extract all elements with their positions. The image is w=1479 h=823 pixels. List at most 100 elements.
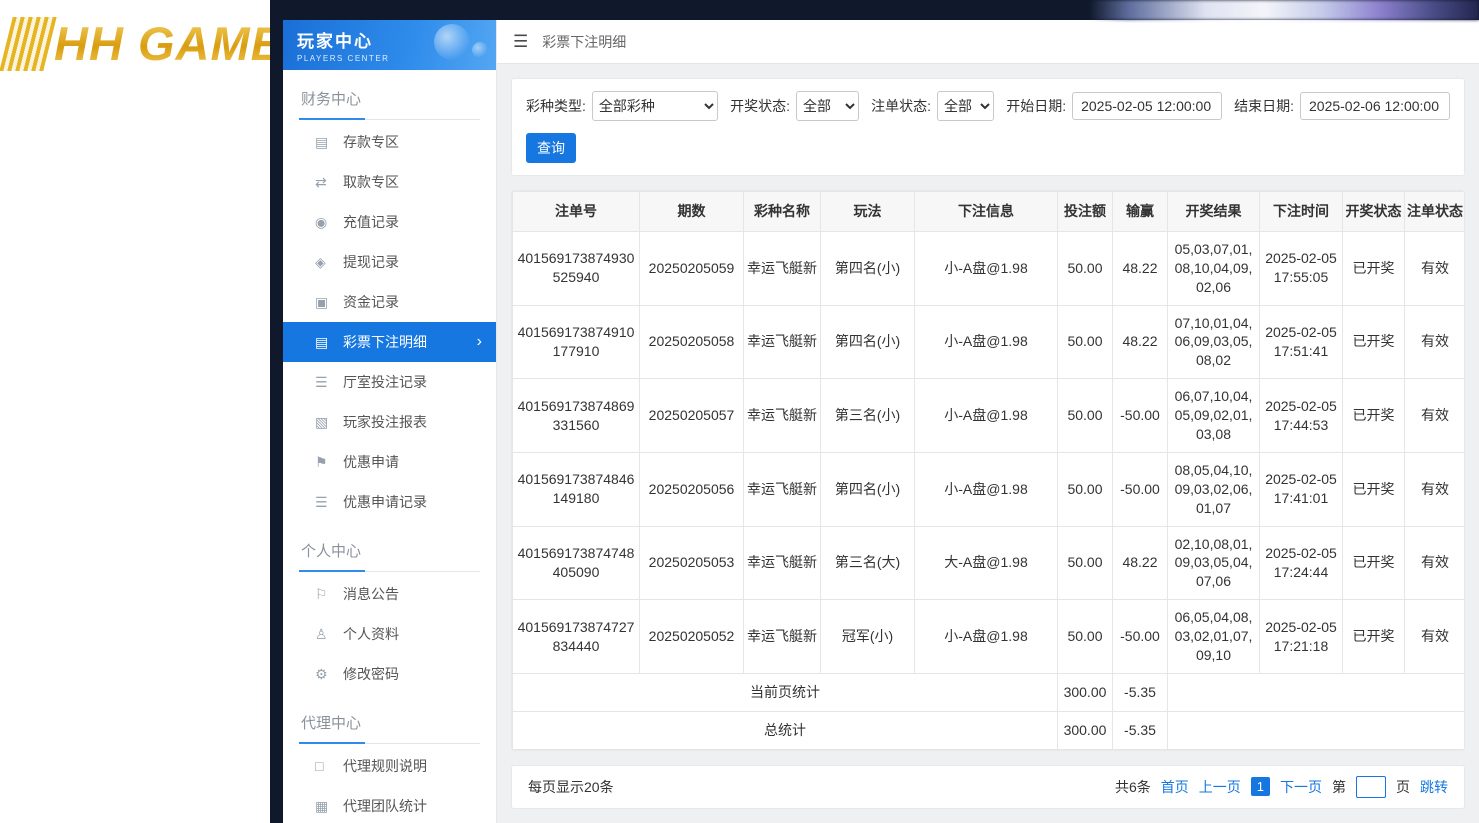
decorative-ball-icon xyxy=(434,24,470,60)
withdraw-icon: ⇄ xyxy=(315,174,343,191)
column-header: 投注额 xyxy=(1058,192,1113,232)
table-cell: 冠军(小) xyxy=(821,600,915,674)
logo-text: HH GAME xyxy=(54,16,283,71)
current-page-button[interactable]: 1 xyxy=(1251,777,1270,796)
sidebar-item[interactable]: ⚐消息公告 xyxy=(283,574,496,614)
sidebar-item[interactable]: ◈提现记录 xyxy=(283,242,496,282)
sidebar-item-label: 代理规则说明 xyxy=(343,756,427,776)
sidebar-item[interactable]: ⚙修改密码 xyxy=(283,654,496,694)
summary-cell: 总统计 xyxy=(513,711,1058,749)
table-row: 40156917387472783444020250205052幸运飞艇新冠军(… xyxy=(513,600,1466,674)
table-cell: 50.00 xyxy=(1058,600,1113,674)
table-cell: 401569173874846149180 xyxy=(513,452,640,526)
table-cell: 已开奖 xyxy=(1343,231,1405,305)
prev-page-link[interactable]: 上一页 xyxy=(1199,777,1241,797)
promo-records-icon: ☰ xyxy=(315,494,343,511)
summary-cell: -5.35 xyxy=(1113,711,1168,749)
table-cell: 第三名(大) xyxy=(821,526,915,600)
sidebar-item-label: 充值记录 xyxy=(343,212,399,232)
column-header: 下注信息 xyxy=(915,192,1058,232)
sidebar-item-label: 资金记录 xyxy=(343,292,399,312)
summary-cell: 300.00 xyxy=(1058,711,1113,749)
lottery-type-label: 彩种类型: xyxy=(526,96,586,116)
summary-cell: 当前页统计 xyxy=(513,673,1058,711)
table-cell: 48.22 xyxy=(1113,526,1168,600)
table-cell: 401569173874727834440 xyxy=(513,600,640,674)
pagination-bar: 每页显示20条 共6条 首页 上一页 1 下一页 第 页 跳转 xyxy=(511,765,1465,809)
sidebar-item-label: 玩家投注报表 xyxy=(343,412,427,432)
sidebar-item-label: 厅室投注记录 xyxy=(343,372,427,392)
table-row: 40156917387491017791020250205058幸运飞艇新第四名… xyxy=(513,305,1466,379)
table-cell: 有效 xyxy=(1405,526,1466,600)
next-page-link[interactable]: 下一页 xyxy=(1280,777,1322,797)
table-cell: 幸运飞艇新 xyxy=(744,526,821,600)
page-title: 彩票下注明细 xyxy=(542,32,626,52)
start-date-label: 开始日期: xyxy=(1006,96,1066,116)
sidebar-item[interactable]: ♙个人资料 xyxy=(283,614,496,654)
column-header: 期数 xyxy=(640,192,744,232)
sidebar-item[interactable]: ▣资金记录 xyxy=(283,282,496,322)
jump-button[interactable]: 跳转 xyxy=(1420,777,1448,797)
topbar: ☰ 彩票下注明细 xyxy=(497,20,1479,64)
column-header: 注单号 xyxy=(513,192,640,232)
sidebar-section-title: 财务中心 xyxy=(299,82,480,120)
menu-toggle-icon[interactable]: ☰ xyxy=(513,32,528,52)
first-page-link[interactable]: 首页 xyxy=(1161,777,1189,797)
table-cell: 大-A盘@1.98 xyxy=(915,526,1058,600)
sidebar-section-title: 代理中心 xyxy=(299,706,480,744)
sidebar-item[interactable]: ◉充值记录 xyxy=(283,202,496,242)
table-cell: 02,10,08,01,09,03,05,04,07,06 xyxy=(1168,526,1260,600)
table-cell: 有效 xyxy=(1405,600,1466,674)
end-date-input[interactable] xyxy=(1300,92,1450,120)
sidebar-item[interactable]: ☰厅室投注记录 xyxy=(283,362,496,402)
table-cell: 401569173874869331560 xyxy=(513,379,640,453)
table-cell: 第四名(小) xyxy=(821,452,915,526)
sidebar-item-label: 修改密码 xyxy=(343,664,399,684)
sidebar-item[interactable]: □代理规则说明 xyxy=(283,746,496,786)
table-cell: 20250205053 xyxy=(640,526,744,600)
table-row: 40156917387474840509020250205053幸运飞艇新第三名… xyxy=(513,526,1466,600)
sidebar-item[interactable]: ▧玩家投注报表 xyxy=(283,402,496,442)
app-container: 玩家中心 PLAYERS CENTER 财务中心▤存款专区⇄取款专区◉充值记录◈… xyxy=(270,0,1479,823)
left-border-strip xyxy=(270,0,283,823)
summary-cell: -5.35 xyxy=(1113,673,1168,711)
table-cell: 小-A盘@1.98 xyxy=(915,379,1058,453)
sidebar-item[interactable]: ⇄取款专区 xyxy=(283,162,496,202)
sidebar-item-label: 消息公告 xyxy=(343,584,399,604)
sidebar-item[interactable]: ☰优惠申请记录 xyxy=(283,482,496,522)
filter-panel: 彩种类型: 全部彩种 开奖状态: 全部 注单状态: 全部 开始日期: 结束日期: xyxy=(511,78,1465,176)
table-cell: 幸运飞艇新 xyxy=(744,379,821,453)
table-cell: 幸运飞艇新 xyxy=(744,600,821,674)
pager: 共6条 首页 上一页 1 下一页 第 页 跳转 xyxy=(1115,776,1448,798)
lottery-type-select[interactable]: 全部彩种 xyxy=(592,91,718,121)
bet-status-select[interactable]: 全部 xyxy=(937,91,994,121)
sidebar-item[interactable]: ▤彩票下注明细› xyxy=(283,322,496,362)
promo-apply-icon: ⚑ xyxy=(315,454,343,471)
table-cell: 小-A盘@1.98 xyxy=(915,305,1058,379)
table-cell: 20250205059 xyxy=(640,231,744,305)
table-cell: 08,05,04,10,09,03,02,06,01,07 xyxy=(1168,452,1260,526)
table-cell: 幸运飞艇新 xyxy=(744,231,821,305)
sidebar-item-label: 彩票下注明细 xyxy=(343,332,427,352)
sidebar-item[interactable]: ⚑优惠申请 xyxy=(283,442,496,482)
table-cell: 07,10,01,04,06,09,03,05,08,02 xyxy=(1168,305,1260,379)
table-cell: 小-A盘@1.98 xyxy=(915,452,1058,526)
table-cell: 401569173874910177910 xyxy=(513,305,640,379)
sidebar-item[interactable]: ▦代理团队统计 xyxy=(283,786,496,823)
column-header: 彩种名称 xyxy=(744,192,821,232)
table-cell: 已开奖 xyxy=(1343,526,1405,600)
summary-cell: 300.00 xyxy=(1058,673,1113,711)
search-button[interactable]: 查询 xyxy=(526,133,576,163)
table-cell: 小-A盘@1.98 xyxy=(915,600,1058,674)
table-cell: 幸运飞艇新 xyxy=(744,305,821,379)
main-content: ☰ 彩票下注明细 彩种类型: 全部彩种 开奖状态: 全部 注单状态: 全部 xyxy=(497,20,1479,823)
jump-page-input[interactable] xyxy=(1356,776,1386,798)
table-cell: 第四名(小) xyxy=(821,231,915,305)
sidebar-item[interactable]: ▤存款专区 xyxy=(283,122,496,162)
draw-status-label: 开奖状态: xyxy=(730,96,790,116)
draw-status-select[interactable]: 全部 xyxy=(796,91,859,121)
table-cell: 第三名(小) xyxy=(821,379,915,453)
start-date-input[interactable] xyxy=(1072,92,1222,120)
table-cell: -50.00 xyxy=(1113,600,1168,674)
table-cell: 第四名(小) xyxy=(821,305,915,379)
